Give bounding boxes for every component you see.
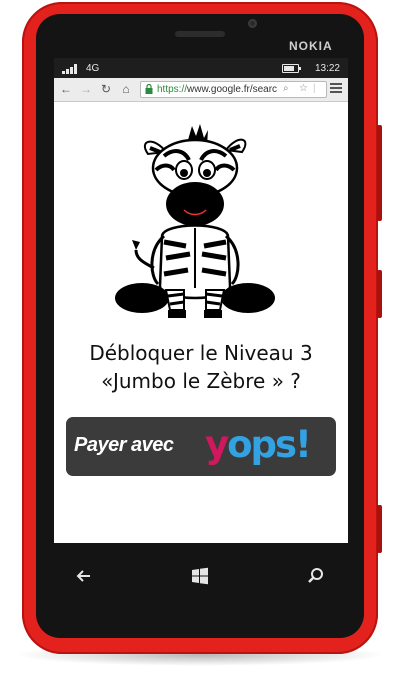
battery-level: [284, 66, 294, 71]
menu-icon[interactable]: [330, 83, 342, 95]
browser-toolbar: ← → ↻ ⌂ https://www.google.fr/searc ⌕ ☆ …: [54, 78, 348, 102]
lock-icon: [145, 84, 153, 94]
home-icon[interactable]: ⌂: [119, 82, 133, 96]
yops-logo: yops!: [205, 423, 312, 467]
url-scheme: https://: [157, 84, 188, 95]
status-time: 13:22: [314, 63, 340, 74]
url-text[interactable]: https://www.google.fr/searc: [157, 83, 279, 96]
question-line-2: «Jumbo le Zèbre » ?: [101, 369, 301, 393]
status-bar: 4G 13:22: [54, 58, 348, 78]
back-arrow-icon[interactable]: ←: [59, 82, 73, 96]
pay-with-yops-button[interactable]: Payer avec yops!: [66, 417, 336, 476]
camera-button[interactable]: [377, 505, 382, 553]
earpiece-speaker: [175, 31, 225, 37]
divider: |: [313, 83, 316, 94]
yops-logo-ops: ops!: [227, 423, 312, 466]
question-line-1: Débloquer le Niveau 3: [89, 341, 313, 365]
front-camera: [248, 19, 257, 28]
windows-start-icon[interactable]: [190, 566, 210, 586]
pay-button-label: Payer avec: [74, 434, 174, 456]
volume-button[interactable]: [377, 125, 382, 221]
reload-icon[interactable]: ↻: [99, 82, 113, 96]
search-icon[interactable]: [306, 566, 326, 586]
battery-icon: [282, 64, 301, 73]
signal-strength-icon: [62, 63, 80, 74]
screen: 4G 13:22 ← → ↻ ⌂ https://www.google.fr/s…: [54, 58, 348, 543]
unlock-question: Débloquer le Niveau 3 «Jumbo le Zèbre » …: [54, 339, 348, 395]
star-icon[interactable]: ☆: [299, 83, 308, 94]
search-icon[interactable]: ⌕: [283, 83, 289, 94]
url-rest: www.google.fr/searc: [187, 84, 278, 95]
brand-logo: NOKIA: [289, 39, 333, 53]
yops-logo-y: y: [205, 423, 229, 466]
back-icon[interactable]: [74, 566, 94, 586]
forward-arrow-icon[interactable]: →: [79, 82, 93, 96]
power-button[interactable]: [377, 270, 382, 318]
zebra-illustration: [115, 124, 275, 318]
network-type: 4G: [86, 63, 100, 74]
address-bar[interactable]: https://www.google.fr/searc ⌕ ☆ |: [140, 81, 327, 98]
